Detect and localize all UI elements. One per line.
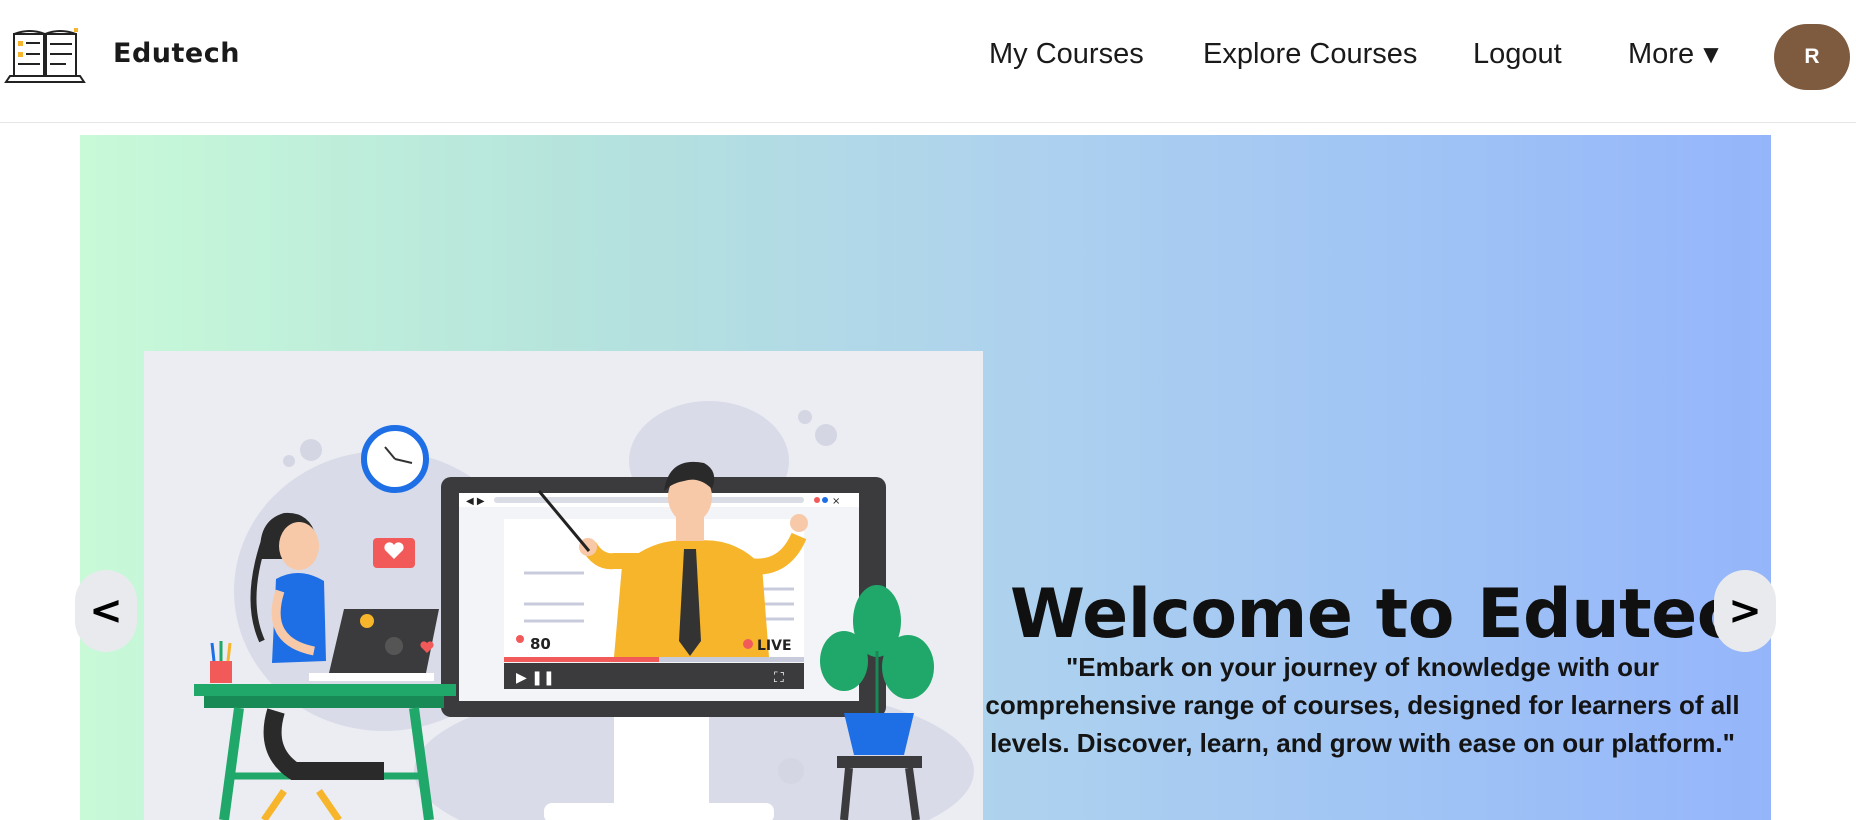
nav-my-courses[interactable]: My Courses xyxy=(989,38,1144,71)
caret-down-icon: ▼ xyxy=(1698,39,1724,69)
navbar: Edutech My Courses Explore Courses Logou… xyxy=(0,0,1856,123)
hero-description: "Embark on your journey of knowledge wit… xyxy=(985,652,1740,758)
hero-carousel: ◀ ▶ × ▶ ❚❚ ⛶ 80 LIVE Welcome to Edutech!… xyxy=(80,135,1771,820)
hero-illustration: ◀ ▶ × ▶ ❚❚ ⛶ 80 LIVE xyxy=(144,351,983,820)
user-avatar[interactable]: R xyxy=(1774,24,1850,90)
carousel-prev-button[interactable]: < xyxy=(75,570,137,652)
viewer-count: 80 xyxy=(530,635,551,653)
carousel-next-button[interactable]: > xyxy=(1714,570,1776,652)
svg-text:▶ ❚❚: ▶ ❚❚ xyxy=(516,670,555,686)
svg-text:⛶: ⛶ xyxy=(774,670,784,686)
nav-logout[interactable]: Logout xyxy=(1473,38,1562,71)
nav-more-label: More xyxy=(1628,38,1695,70)
svg-text:×: × xyxy=(832,496,840,507)
nav-more-dropdown[interactable]: More ▼ xyxy=(1628,38,1724,71)
svg-text:◀ ▶: ◀ ▶ xyxy=(466,496,485,507)
nav-explore-courses[interactable]: Explore Courses xyxy=(1203,38,1417,71)
brand-name[interactable]: Edutech xyxy=(113,38,240,69)
live-badge: LIVE xyxy=(757,638,792,654)
hero-title: Welcome to Edutech! xyxy=(1010,574,1771,654)
book-logo-icon[interactable] xyxy=(4,26,86,84)
